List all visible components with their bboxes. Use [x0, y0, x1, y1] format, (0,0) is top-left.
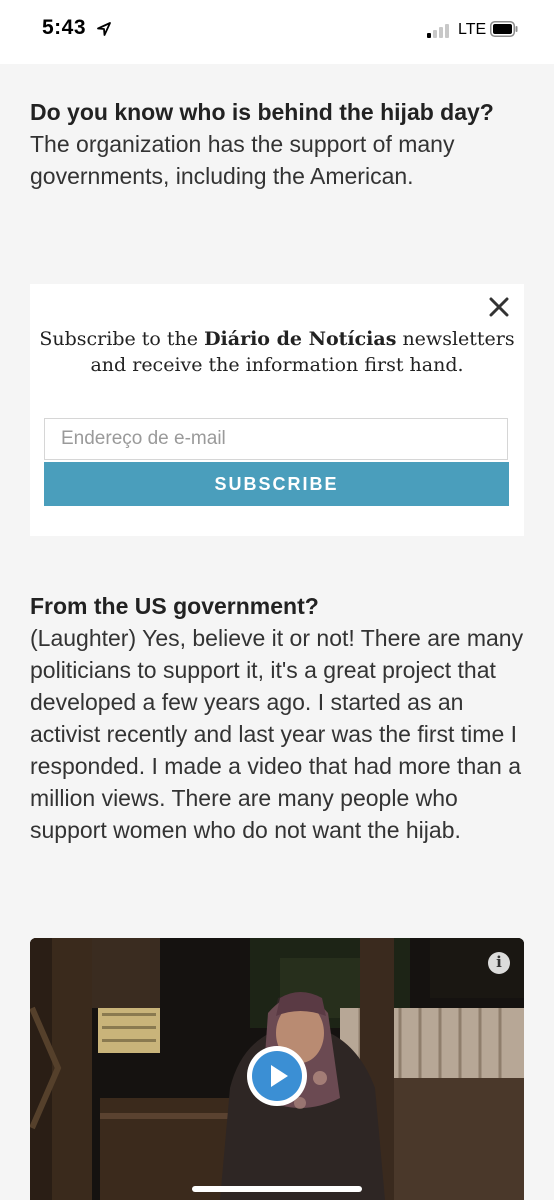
- play-icon: [252, 1051, 302, 1101]
- newsletter-box: Subscribe to the Diário de Notícias news…: [30, 284, 524, 536]
- home-indicator[interactable]: [192, 1186, 362, 1192]
- subscribe-button[interactable]: SUBSCRIBE: [44, 462, 509, 506]
- answer-1: The organization has the support of many…: [30, 131, 455, 189]
- battery-icon: [490, 21, 518, 37]
- signal-icon: [427, 22, 453, 38]
- qa-block-2: From the US government? (Laughter) Yes, …: [30, 590, 530, 846]
- close-icon[interactable]: [488, 296, 510, 318]
- newsletter-brand: Diário de Notícias: [204, 328, 397, 350]
- newsletter-text-before: Subscribe to the: [39, 328, 205, 350]
- location-arrow-icon: [97, 22, 111, 36]
- play-button[interactable]: [247, 1046, 307, 1106]
- newsletter-text: Subscribe to the Diário de Notícias news…: [30, 326, 524, 378]
- status-time: 5:43: [42, 16, 87, 39]
- question-1: Do you know who is behind the hijab day?: [30, 99, 494, 125]
- network-label: LTE: [458, 21, 487, 38]
- qa-block-1: Do you know who is behind the hijab day?…: [30, 96, 500, 192]
- info-icon[interactable]: i: [488, 952, 510, 974]
- info-glyph: i: [496, 953, 502, 971]
- email-field[interactable]: [44, 418, 508, 460]
- status-bar: 5:43 LTE: [0, 0, 554, 64]
- question-2: From the US government?: [30, 593, 319, 619]
- answer-2: (Laughter) Yes, believe it or not! There…: [30, 625, 524, 843]
- video-player[interactable]: i: [30, 938, 524, 1200]
